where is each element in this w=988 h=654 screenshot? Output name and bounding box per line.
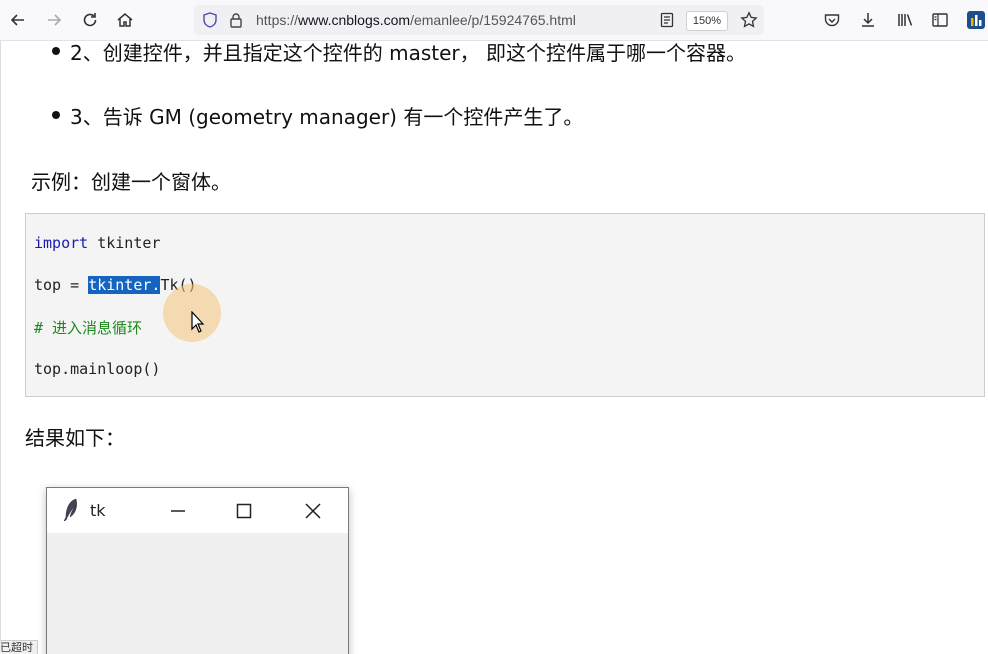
browser-toolbar: https://www.cnblogs.com/emanlee/p/159247…: [0, 0, 988, 41]
tk-titlebar: tk: [47, 488, 348, 533]
bullet-dot: [52, 111, 60, 119]
home-button[interactable]: [113, 8, 137, 32]
pocket-icon: [824, 14, 840, 27]
close-icon: [305, 503, 321, 519]
home-icon: [117, 13, 133, 27]
url-scheme: https://: [256, 12, 299, 28]
pocket-button[interactable]: [820, 8, 844, 32]
result-label: 结果如下：: [25, 426, 125, 450]
library-button[interactable]: [893, 8, 917, 32]
tk-window-screenshot: tk: [46, 487, 349, 654]
code-comment: # 进入消息循环: [34, 319, 143, 337]
bookmark-star-icon[interactable]: [740, 11, 758, 29]
code-keyword: import: [34, 234, 89, 252]
downloads-button[interactable]: [856, 8, 880, 32]
bullet-dot: [52, 47, 60, 55]
sidebar-button[interactable]: [928, 8, 952, 32]
status-tooltip: 已超时: [0, 640, 38, 654]
code-line: import tkinter: [34, 234, 160, 252]
maximize-button: [231, 498, 257, 524]
close-button: [300, 498, 326, 524]
list-item-text: 3、告诉 GM (geometry manager) 有一个控件产生了。: [70, 105, 584, 129]
download-icon: [862, 13, 874, 27]
minimize-icon: [171, 510, 185, 512]
minimize-button: [165, 498, 191, 524]
code-line: top.mainloop(): [34, 360, 161, 378]
code-selection: tkinter.: [88, 276, 161, 294]
arrow-left-icon: [10, 14, 24, 26]
list-item: 2、创建控件，并且指定这个控件的 master， 即这个控件属于哪一个容器。: [52, 41, 746, 66]
back-button[interactable]: [6, 8, 30, 32]
tk-window-title: tk: [90, 501, 106, 520]
shield-icon: [203, 12, 217, 28]
code-text: tkinter: [88, 234, 161, 252]
library-icon: [898, 14, 913, 26]
zoom-indicator[interactable]: 150%: [686, 11, 728, 31]
sidebar-icon: [932, 13, 948, 27]
mouse-cursor-icon: [191, 311, 205, 333]
forward-button[interactable]: [42, 8, 66, 32]
reload-icon: [83, 13, 97, 27]
url-path: /emanlee/p/15924765.html: [410, 12, 576, 28]
example-label: 示例：创建一个窗体。: [31, 170, 231, 194]
url-bar[interactable]: https://www.cnblogs.com/emanlee/p/159247…: [194, 5, 764, 35]
reload-button[interactable]: [78, 8, 102, 32]
maximize-icon: [236, 503, 252, 519]
list-item: 3、告诉 GM (geometry manager) 有一个控件产生了。: [52, 101, 584, 130]
arrow-right-icon: [48, 14, 62, 26]
feather-icon: [63, 498, 77, 522]
lock-icon: [230, 13, 242, 28]
list-item-text: 2、创建控件，并且指定这个控件的 master， 即这个控件属于哪一个容器。: [70, 41, 746, 65]
extension-button[interactable]: [964, 8, 988, 32]
content-divider: [0, 41, 1, 654]
reader-view-icon[interactable]: [660, 12, 674, 28]
chart-extension-icon: [967, 11, 985, 29]
url-host: www.cnblogs.com: [298, 12, 411, 28]
page-content: 2、创建控件，并且指定这个控件的 master， 即这个控件属于哪一个容器。 3…: [0, 41, 988, 654]
code-text: top =: [34, 276, 89, 294]
url-text: https://www.cnblogs.com/emanlee/p/159247…: [256, 12, 576, 28]
